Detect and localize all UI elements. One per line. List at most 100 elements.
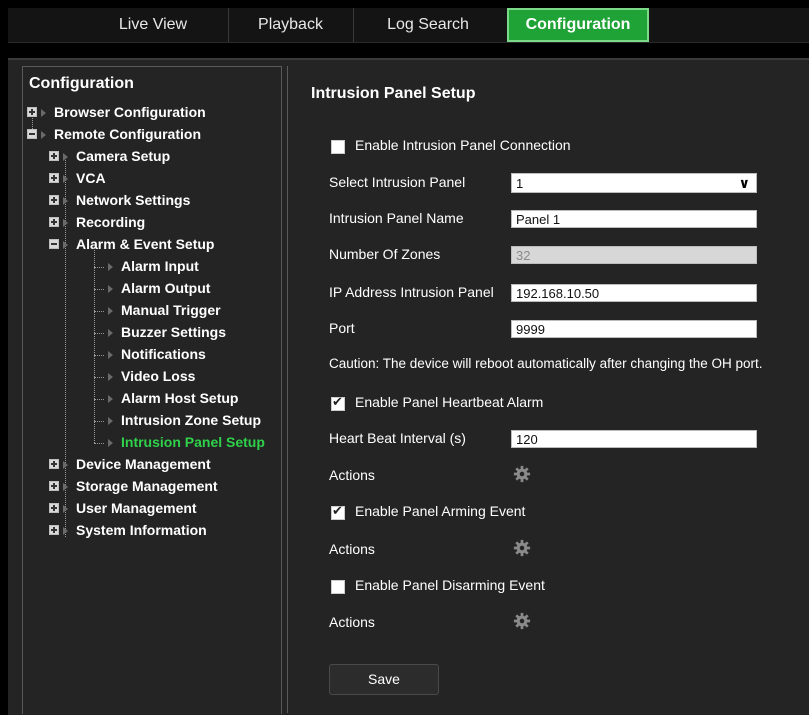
tree-dash: [94, 398, 104, 400]
sidebar-item-label: Remote Configuration: [54, 126, 201, 142]
sidebar-item-storage-management[interactable]: Storage Management: [49, 475, 218, 497]
sidebar-item-label: VCA: [76, 170, 106, 186]
sidebar-item-label: Alarm & Event Setup: [76, 236, 215, 252]
sidebar-item-camera-setup[interactable]: Camera Setup: [49, 145, 170, 167]
tree-dash: [94, 266, 104, 268]
sidebar-item-alarm-input[interactable]: Alarm Input: [94, 255, 199, 277]
tab-playback[interactable]: Playback: [228, 8, 354, 42]
sidebar-item-system-information[interactable]: System Information: [49, 519, 207, 541]
arrow-right-icon: [63, 241, 68, 250]
gear-icon[interactable]: [513, 465, 531, 483]
arrow-right-icon: [108, 285, 113, 294]
arrow-right-icon: [108, 417, 113, 426]
expand-icon[interactable]: [49, 503, 59, 514]
heartbeat-interval-input[interactable]: 120: [511, 430, 757, 448]
arrow-right-icon: [108, 329, 113, 338]
arrow-right-icon: [63, 219, 68, 228]
sidebar-item-manual-trigger[interactable]: Manual Trigger: [94, 299, 221, 321]
actions-label: Actions: [329, 467, 375, 483]
expand-icon[interactable]: [49, 481, 59, 492]
sidebar-item-label: Storage Management: [76, 478, 218, 494]
tree-dash: [94, 420, 104, 422]
arrow-right-icon: [108, 351, 113, 360]
sidebar-item-alarm-event-setup[interactable]: Alarm & Event Setup: [49, 233, 214, 255]
collapse-icon[interactable]: [27, 129, 37, 140]
sidebar-item-browser-configuration[interactable]: Browser Configuration: [27, 101, 206, 123]
tab-log-search[interactable]: Log Search: [353, 8, 503, 42]
expand-icon[interactable]: [49, 217, 59, 228]
arrow-right-icon: [63, 197, 68, 206]
sidebar-item-intrusion-panel-setup[interactable]: Intrusion Panel Setup: [94, 431, 265, 453]
caution-text: Caution: The device will reboot automati…: [329, 356, 763, 371]
arming-event-checkbox[interactable]: [331, 504, 345, 520]
heartbeat-interval-label: Heart Beat Interval (s): [329, 430, 466, 446]
enable-connection-label: Enable Intrusion Panel Connection: [355, 137, 571, 153]
sidebar-item-network-settings[interactable]: Network Settings: [49, 189, 190, 211]
arrow-right-icon: [63, 505, 68, 514]
sidebar-item-label: Browser Configuration: [54, 104, 206, 120]
arrow-right-icon: [63, 483, 68, 492]
arrow-right-icon: [63, 153, 68, 162]
sidebar-item-user-management[interactable]: User Management: [49, 497, 197, 519]
expand-icon[interactable]: [49, 173, 59, 184]
arrow-right-icon: [108, 307, 113, 316]
sidebar-item-label: Buzzer Settings: [121, 324, 227, 340]
panel-name-input[interactable]: Panel 1: [511, 210, 757, 228]
sidebar-item-recording[interactable]: Recording: [49, 211, 145, 233]
select-panel-value: 1: [516, 176, 524, 191]
page-title: Intrusion Panel Setup: [311, 85, 476, 102]
sidebar-item-label: Recording: [76, 214, 146, 230]
tab-live-view[interactable]: Live View: [78, 8, 229, 42]
heartbeat-alarm-checkbox[interactable]: [331, 395, 345, 411]
select-panel-label: Select Intrusion Panel: [329, 174, 466, 190]
actions-label: Actions: [329, 614, 375, 630]
collapse-icon[interactable]: [49, 239, 59, 250]
sidebar-item-intrusion-zone-setup[interactable]: Intrusion Zone Setup: [94, 409, 261, 431]
expand-icon[interactable]: [49, 525, 59, 536]
sidebar-item-label: Alarm Output: [121, 280, 211, 296]
sidebar-item-remote-configuration[interactable]: Remote Configuration: [27, 123, 201, 145]
sidebar-item-label: Intrusion Panel Setup: [121, 434, 265, 450]
arrow-right-icon: [41, 131, 46, 140]
enable-connection-checkbox[interactable]: [331, 140, 345, 154]
sidebar-item-notifications[interactable]: Notifications: [94, 343, 206, 365]
sidebar-item-buzzer-settings[interactable]: Buzzer Settings: [94, 321, 226, 343]
expand-icon[interactable]: [49, 195, 59, 206]
sidebar-item-label: Notifications: [121, 346, 206, 362]
sidebar-item-label: User Management: [76, 500, 197, 516]
sidebar-item-label: Camera Setup: [76, 148, 171, 164]
gear-icon[interactable]: [513, 612, 531, 630]
tab-configuration[interactable]: Configuration: [507, 8, 649, 42]
arrow-right-icon: [63, 461, 68, 470]
panel-divider: [287, 66, 288, 713]
save-button[interactable]: Save: [329, 664, 439, 695]
disarming-event-label: Enable Panel Disarming Event: [355, 577, 545, 593]
expand-icon[interactable]: [49, 151, 59, 162]
sidebar-item-vca[interactable]: VCA: [49, 167, 106, 189]
port-input[interactable]: 9999: [511, 320, 757, 338]
expand-icon[interactable]: [49, 459, 59, 470]
top-nav-bar: Live View Playback Log Search Configurat…: [8, 8, 809, 43]
tree-dash: [94, 354, 104, 356]
sidebar-item-alarm-output[interactable]: Alarm Output: [94, 277, 210, 299]
arrow-right-icon: [63, 175, 68, 184]
arming-event-label: Enable Panel Arming Event: [355, 503, 526, 519]
arrow-right-icon: [108, 395, 113, 404]
tree-dash: [94, 376, 104, 378]
sidebar-item-label: Alarm Input: [121, 258, 199, 274]
gear-icon[interactable]: [513, 539, 531, 557]
tree-dash: [94, 442, 104, 444]
disarming-event-checkbox[interactable]: [331, 580, 345, 594]
sidebar-item-video-loss[interactable]: Video Loss: [94, 365, 195, 387]
ip-address-input[interactable]: 192.168.10.50: [511, 284, 757, 302]
ip-address-label: IP Address Intrusion Panel: [329, 284, 494, 300]
sidebar-item-device-management[interactable]: Device Management: [49, 453, 211, 475]
sidebar-item-label: Video Loss: [121, 368, 196, 384]
zones-label: Number Of Zones: [329, 246, 441, 262]
arrow-right-icon: [108, 263, 113, 272]
app-window: Live View Playback Log Search Configurat…: [0, 0, 809, 715]
expand-icon[interactable]: [27, 107, 37, 118]
sidebar-item-alarm-host-setup[interactable]: Alarm Host Setup: [94, 387, 238, 409]
select-panel-dropdown[interactable]: 1 ∨: [511, 173, 757, 193]
sidebar-item-label: System Information: [76, 522, 207, 538]
